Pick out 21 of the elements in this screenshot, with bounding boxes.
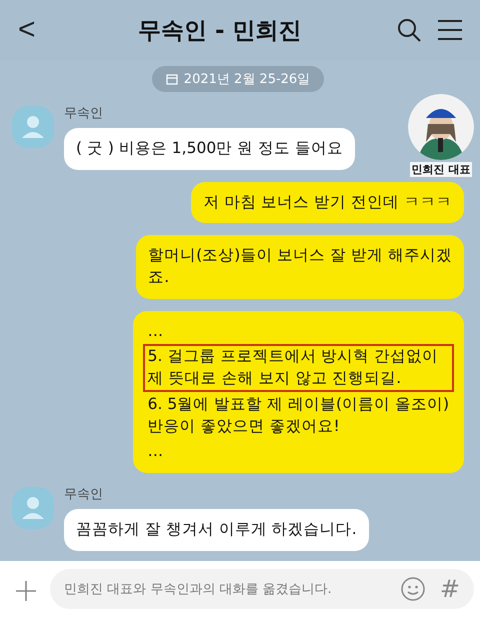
chat-title: 무속인 - 민희진	[136, 16, 303, 46]
plus-icon[interactable]	[14, 579, 38, 603]
message-bubble: 저 마침 보너스 받기 전인데 ㅋㅋㅋ	[191, 182, 464, 224]
inset-caption: 민희진 대표	[410, 162, 472, 177]
message-bubble: 할머니(조상)들이 보너스 잘 받게 해주시겠 죠.	[136, 235, 464, 299]
sender-name: 무속인	[64, 486, 103, 503]
highlighted-text: 5. 걸그룹 프로젝트에서 방시혁 간섭없이 제 뜻대로 손해 보지 않고 진행되길.	[142, 344, 454, 392]
back-button[interactable]: <	[10, 13, 44, 47]
date-text: 2021년 2월 25-26일	[184, 71, 310, 88]
calendar-icon	[166, 73, 178, 85]
menu-icon[interactable]	[436, 18, 464, 42]
hashtag-button[interactable]: #	[440, 575, 460, 603]
message-text: …	[146, 441, 164, 462]
emoji-icon[interactable]	[400, 576, 426, 602]
search-icon[interactable]	[396, 17, 422, 43]
message-text: …	[146, 320, 164, 342]
message-bubble: 꼼꼼하게 잘 챙겨서 이루게 하겠습니다.	[64, 508, 369, 551]
message-bubble: ( 굿 ) 비용은 1,500만 원 정도 들어요	[64, 128, 355, 170]
message-input[interactable]: 민희진 대표와 무속인과의 대화를 옮겼습니다. #	[50, 569, 474, 609]
message-text: 6. 5월에 발표할 제 레이블(이름이 올조이) 반응이 좋았으면 좋겠어요!	[146, 394, 450, 436]
sender-name: 무속인	[64, 105, 103, 122]
